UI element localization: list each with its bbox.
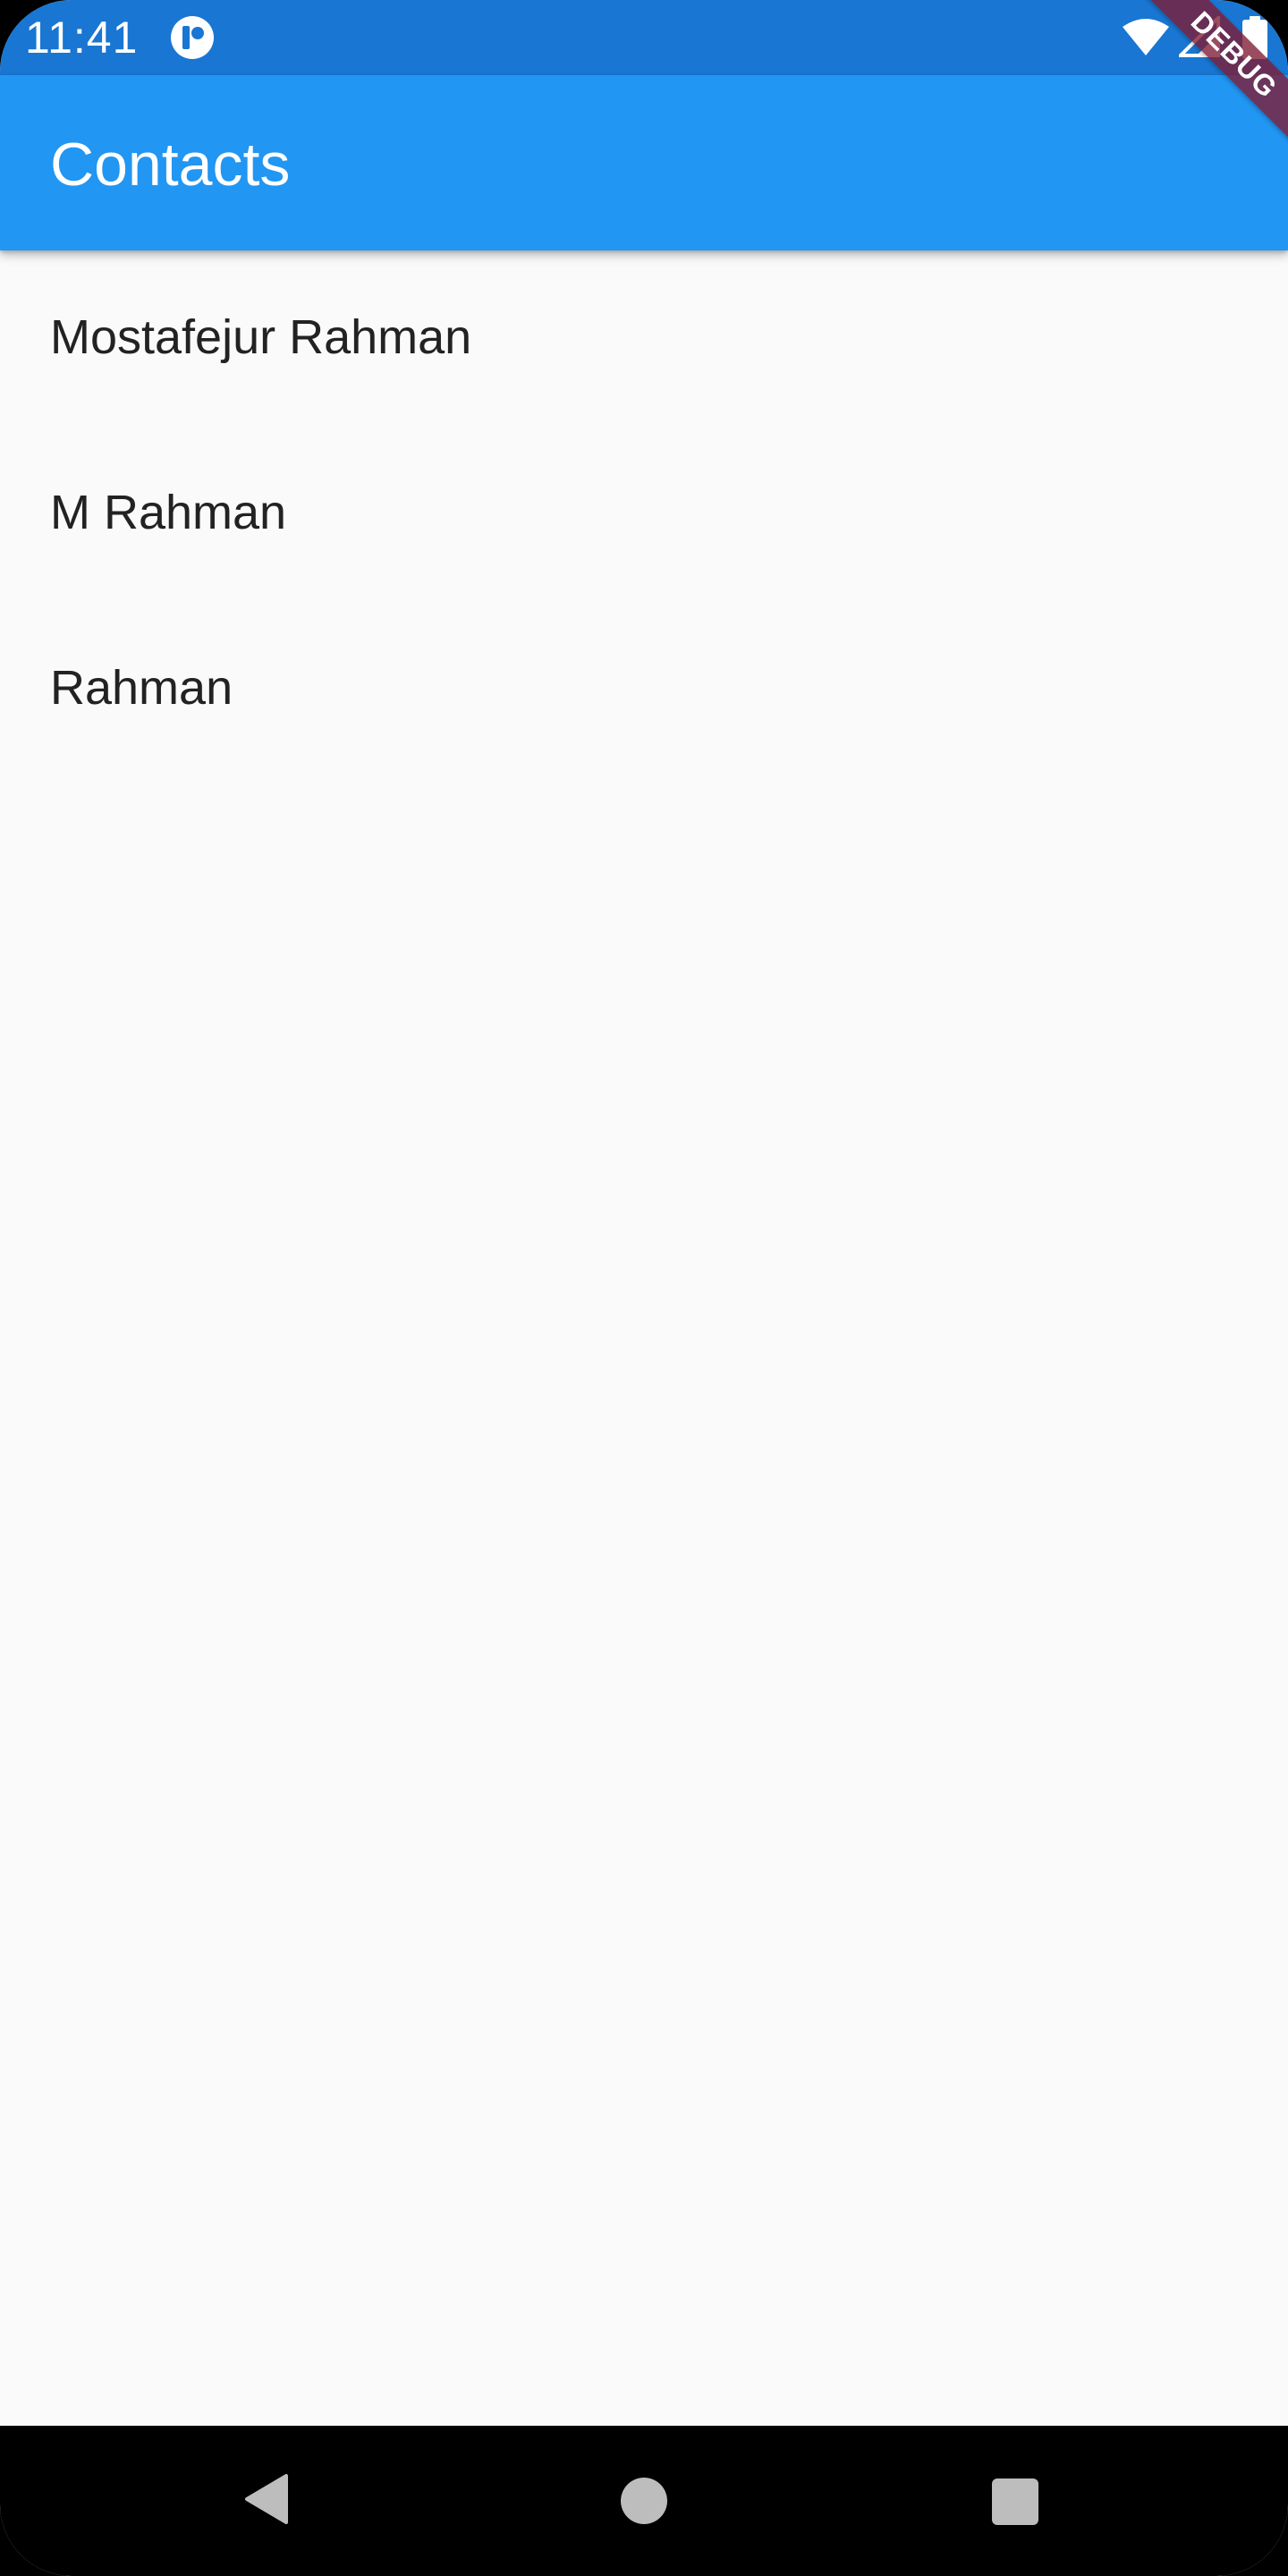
app-bar: Contacts <box>0 75 1288 250</box>
back-icon[interactable] <box>243 2472 290 2530</box>
contact-name: Rahman <box>50 661 233 715</box>
status-time: 11:41 <box>25 13 139 63</box>
contact-list: Mostafejur Rahman M Rahman Rahman <box>0 250 1288 776</box>
contact-list-item[interactable]: Rahman <box>0 601 1288 776</box>
phone-screen: 11:41 DEBUG Contacts Mostafejur Rahman M… <box>0 0 1288 2576</box>
cellular-signal-icon <box>1176 13 1220 62</box>
home-icon[interactable] <box>621 2478 667 2524</box>
page-title: Contacts <box>50 131 291 199</box>
contact-list-item[interactable]: M Rahman <box>0 426 1288 601</box>
navigation-bar <box>0 2426 1288 2576</box>
contact-name: M Rahman <box>50 486 287 539</box>
contact-list-item[interactable]: Mostafejur Rahman <box>0 250 1288 426</box>
app-notification-icon <box>170 15 215 60</box>
recents-icon[interactable] <box>992 2479 1038 2525</box>
wifi-icon <box>1122 18 1170 62</box>
status-bar: 11:41 <box>0 0 1288 75</box>
contact-name: Mostafejur Rahman <box>50 310 472 364</box>
battery-icon <box>1241 16 1268 64</box>
